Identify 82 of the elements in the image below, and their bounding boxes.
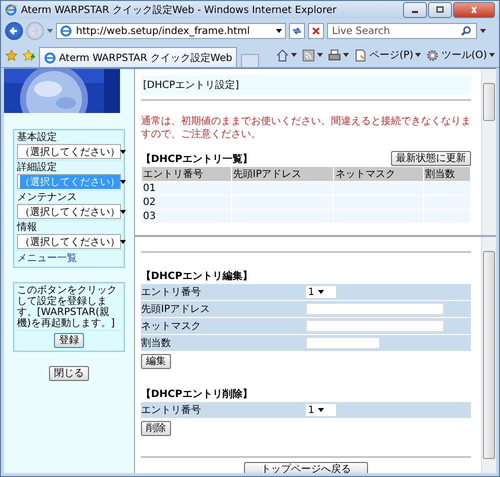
refresh-button[interactable] (289, 23, 305, 39)
maximize-icon (435, 6, 445, 14)
close-icon (469, 6, 479, 14)
home-button[interactable] (276, 48, 298, 62)
column-header: ネットマスク (334, 167, 424, 181)
edit-button[interactable]: 編集 (141, 354, 171, 369)
column-header: エントリ番号 (142, 167, 231, 181)
warning-text: 通常は、初期値のままでお使いください。間違えると接続できなくなりますので、ご注意ください。 (141, 115, 471, 141)
menu-label: メンテナンス (17, 192, 78, 204)
scrollbar[interactable] (481, 69, 496, 235)
menu-label: 情報 (17, 222, 38, 234)
select-field[interactable]: 1 (306, 404, 336, 416)
page-icon (60, 25, 72, 37)
maximize-button[interactable] (428, 2, 452, 18)
dropdown-icon[interactable] (47, 29, 53, 33)
browser-icon (5, 4, 17, 16)
dropdown-icon (291, 53, 298, 57)
register-button[interactable]: 登録 (54, 333, 84, 348)
dropdown-icon (343, 53, 350, 57)
field-label: エントリ番号 (141, 404, 202, 417)
section-title: 【DHCPエントリ編集】 (141, 270, 254, 283)
printer-icon (328, 48, 342, 62)
tools-menu[interactable]: ツール(O) (426, 48, 495, 62)
add-favorite-icon[interactable] (22, 48, 35, 62)
dropdown-icon (120, 180, 126, 184)
menu-label: 詳細設定 (17, 162, 58, 174)
dropdown-icon (317, 53, 324, 57)
close-window-button[interactable]: 閉じる (49, 366, 89, 381)
dropdown-icon (489, 53, 495, 57)
delete-button[interactable]: 削除 (141, 421, 171, 436)
back-button[interactable] (5, 22, 23, 40)
column-header: 先頭IPアドレス (232, 167, 334, 181)
section-title: 【DHCPエントリ削除】 (141, 388, 254, 401)
search-field[interactable]: Live Search (327, 23, 477, 39)
dropdown-icon (276, 29, 282, 33)
dropdown-icon (120, 210, 126, 214)
refresh-arrows-icon (291, 25, 303, 37)
section-title: 【DHCPエントリ一覧】 (141, 152, 252, 166)
field-label: 先頭IPアドレス (141, 302, 211, 316)
page-title: [DHCPエントリ設定] (141, 75, 471, 95)
star-icon[interactable] (5, 48, 18, 62)
input-field[interactable] (306, 320, 444, 332)
search-icon (460, 25, 472, 37)
page-icon (354, 48, 368, 62)
dropdown-icon[interactable] (480, 29, 486, 33)
refresh-status-button[interactable]: 最新状態に更新 (391, 151, 471, 166)
close-button[interactable] (453, 2, 495, 18)
gear-icon (426, 48, 440, 62)
scrollbar[interactable] (481, 237, 496, 473)
feed-icon (302, 48, 316, 62)
input-field[interactable] (306, 303, 444, 315)
field-label: 割当数 (141, 336, 172, 350)
table-cell: 03 (142, 210, 231, 223)
page-menu[interactable]: ページ(P) (354, 48, 422, 62)
forward-arrow-icon (29, 25, 41, 37)
dropdown-icon (318, 408, 324, 412)
stop-button[interactable] (308, 23, 324, 39)
menu-label: 基本設定 (17, 132, 58, 144)
table-cell: 02 (142, 196, 231, 209)
dropdown-icon (120, 240, 126, 244)
stop-icon (310, 25, 322, 37)
select-field[interactable]: 1 (306, 286, 336, 298)
minimize-button[interactable] (403, 2, 427, 18)
print-button[interactable] (328, 48, 350, 62)
table-cell: 01 (142, 182, 231, 195)
window-title: Aterm WARPSTAR クイック設定Web - Windows Internet Explorer (21, 4, 338, 17)
menu-list-link[interactable]: メニュー一覧 (17, 252, 121, 265)
address-bar[interactable]: http://web.setup/index_frame.html (56, 23, 286, 39)
field-label: エントリ番号 (141, 286, 202, 299)
dropdown-icon (120, 150, 126, 154)
feed-button[interactable] (302, 48, 324, 62)
page-icon (44, 52, 56, 64)
note-text: このボタンをクリックして設定を登録します。[WARPSTAR(親機)を再起動します。] (15, 284, 123, 330)
dropdown-icon (415, 53, 422, 57)
column-header: 割当数 (424, 167, 470, 181)
browser-tab[interactable]: Aterm WARPSTAR クイック設定Web (39, 47, 238, 67)
top-page-button[interactable]: トップページへ戻る (244, 462, 368, 473)
field-label: ネットマスク (141, 320, 202, 333)
back-arrow-icon (8, 25, 20, 37)
home-icon (276, 48, 290, 62)
input-field[interactable] (306, 337, 380, 349)
dropdown-icon (318, 290, 324, 294)
